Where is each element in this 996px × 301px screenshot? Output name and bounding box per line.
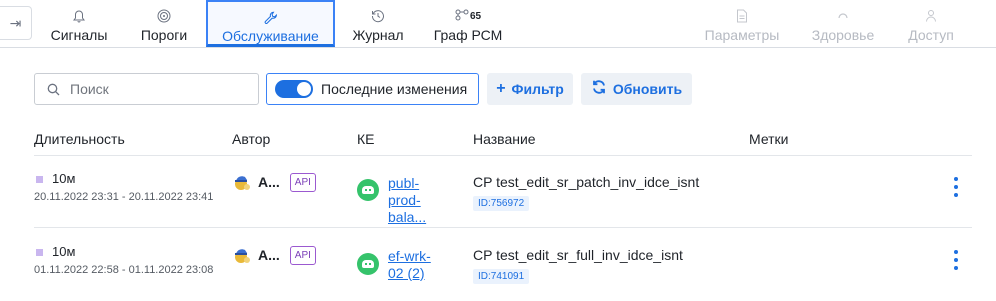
tab-thresholds[interactable]: Пороги (138, 0, 190, 48)
column-header-duration[interactable]: Длительность (34, 131, 125, 147)
refresh-label: Обновить (612, 81, 683, 97)
duration-range: 20.11.2022 23:31 - 20.11.2022 23:41 (34, 191, 214, 203)
avatar (232, 172, 252, 192)
tab-signals[interactable]: Сигналы (48, 0, 110, 48)
tab-bar: ⇥ Сигналы Пороги Обслуживание Журнал 65 (0, 0, 996, 48)
search-input[interactable]: Поиск (34, 73, 259, 105)
api-badge: API (289, 245, 316, 265)
column-header-author[interactable]: Автор (232, 131, 270, 147)
recent-changes-label: Последние изменения (321, 81, 468, 97)
id-badge: ID:741091 (473, 269, 530, 284)
gauge-icon (157, 8, 171, 24)
author-name[interactable]: A... (258, 247, 280, 263)
tab-access[interactable]: Доступ (905, 0, 957, 48)
status-dot (36, 176, 43, 184)
health-icon (836, 8, 850, 24)
graph-icon (455, 9, 469, 24)
maintenance-name[interactable]: CP test_edit_sr_full_inv_idce_isnt (473, 247, 683, 263)
author-cell: A... API (232, 245, 316, 265)
tab-rsm-graph[interactable]: 65 Граф РСМ (433, 0, 503, 48)
row-divider (34, 227, 972, 228)
more-actions-icon[interactable] (952, 250, 960, 270)
tab-label: Здоровье (811, 27, 875, 43)
author-cell: A... API (232, 172, 316, 192)
tab-parameters[interactable]: Параметры (703, 0, 781, 48)
ke-robot-icon (357, 179, 379, 201)
document-icon (736, 8, 748, 24)
tab-maintenance[interactable]: Обслуживание (206, 0, 335, 47)
more-actions-icon[interactable] (952, 177, 960, 197)
api-badge: API (289, 172, 316, 192)
column-header-ke[interactable]: КЕ (357, 131, 375, 147)
duration-cell: 10м 20.11.2022 23:31 - 20.11.2022 23:41 (34, 171, 214, 203)
plus-icon: + (496, 80, 506, 97)
refresh-button[interactable]: Обновить (581, 73, 692, 105)
wrench-icon (264, 10, 278, 25)
avatar (232, 245, 252, 265)
maintenance-name[interactable]: CP test_edit_sr_patch_inv_idce_isnt (473, 174, 699, 190)
ke-robot-icon (357, 253, 379, 275)
collapse-sidebar-button[interactable]: ⇥ (0, 6, 32, 40)
duration-value: 10м (52, 171, 76, 186)
ke-link[interactable]: ef-wrk-02 (2) (388, 248, 444, 282)
recent-changes-toggle[interactable] (275, 80, 313, 98)
history-icon (371, 8, 385, 24)
bell-icon (73, 8, 85, 24)
status-dot (36, 249, 43, 257)
refresh-icon (591, 79, 607, 100)
ke-link[interactable]: publ-prod-bala... (388, 175, 444, 226)
filter-label: Фильтр (511, 81, 564, 97)
duration-range: 01.11.2022 22:58 - 01.11.2022 23:08 (34, 264, 214, 276)
column-header-name[interactable]: Название (473, 131, 536, 147)
tab-label: Доступ (908, 27, 954, 43)
tab-health[interactable]: Здоровье (810, 0, 876, 48)
author-name[interactable]: A... (258, 174, 280, 190)
filter-button[interactable]: + Фильтр (487, 73, 573, 105)
tab-label: Параметры (704, 27, 780, 43)
name-cell: CP test_edit_sr_full_inv_idce_isnt ID:74… (473, 247, 683, 284)
arrow-right-icon: ⇥ (9, 14, 22, 31)
search-icon (47, 83, 60, 95)
graph-count-badge: 65 (469, 10, 482, 22)
users-icon (924, 8, 938, 24)
header-divider (34, 155, 972, 156)
name-cell: CP test_edit_sr_patch_inv_idce_isnt ID:7… (473, 174, 699, 211)
tab-label: Обслуживание (222, 28, 319, 44)
tab-journal[interactable]: Журнал (350, 0, 406, 48)
tab-label: Граф РСМ (433, 27, 503, 43)
search-placeholder: Поиск (70, 81, 109, 97)
tab-label: Сигналы (50, 27, 108, 43)
tab-label: Журнал (352, 27, 404, 43)
id-badge: ID:756972 (473, 196, 530, 211)
tab-label: Пороги (140, 27, 188, 43)
duration-value: 10м (52, 244, 76, 259)
column-header-tags[interactable]: Метки (749, 131, 789, 147)
duration-cell: 10м 01.11.2022 22:58 - 01.11.2022 23:08 (34, 244, 214, 276)
recent-changes-toggle-box[interactable]: Последние изменения (266, 73, 479, 105)
